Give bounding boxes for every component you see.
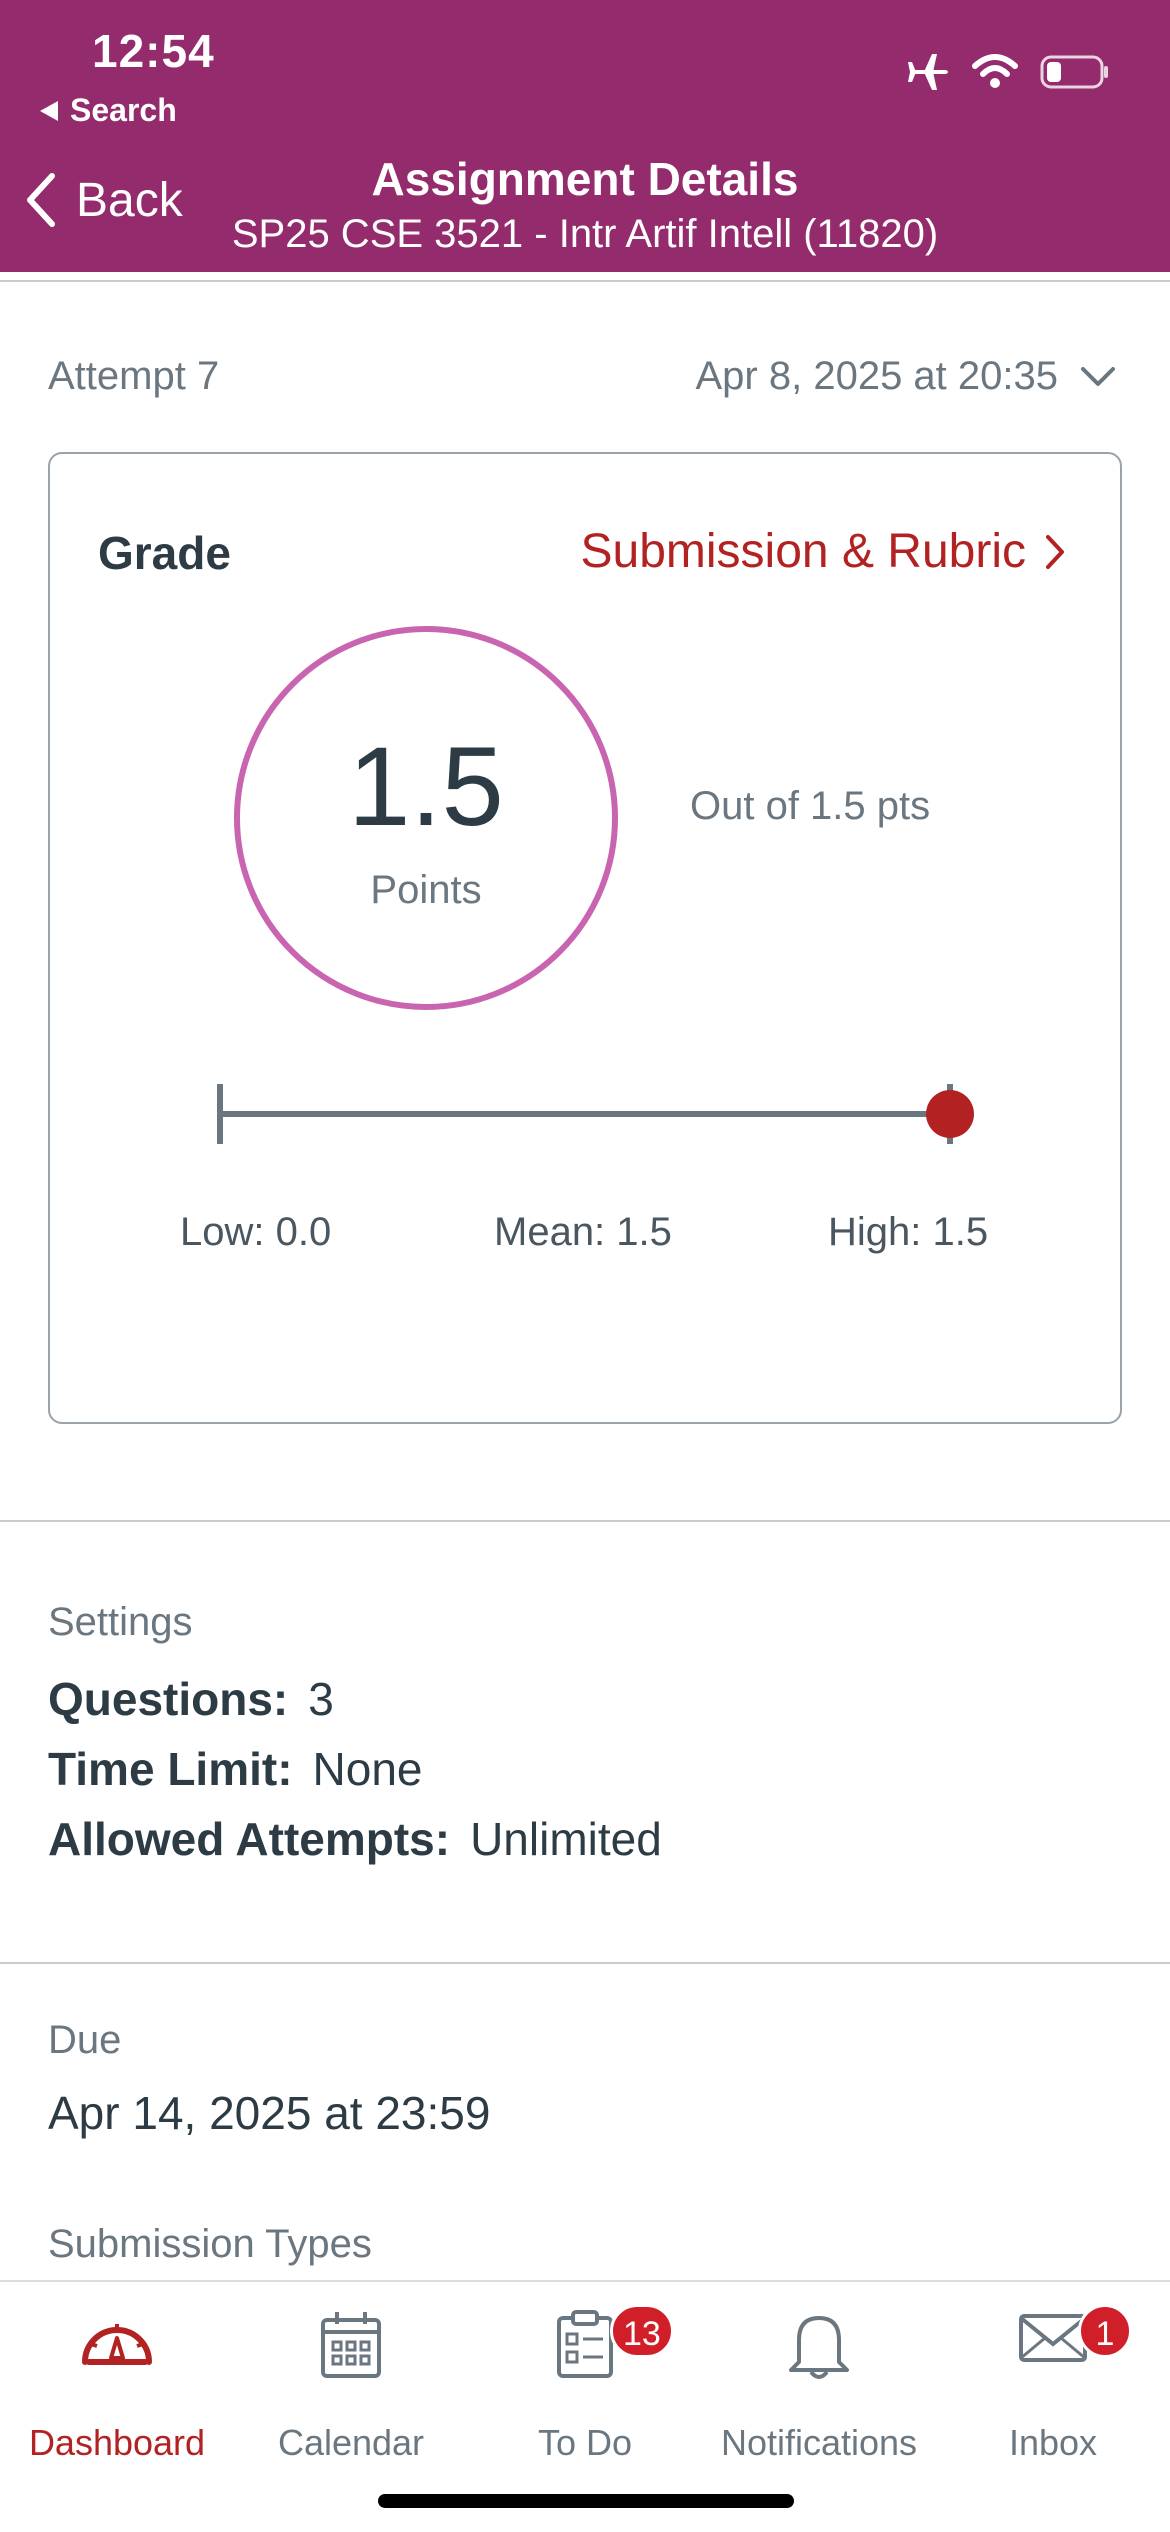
- submission-types-label: Submission Types: [48, 2222, 372, 2266]
- mean-stat: Mean: 1.5: [494, 1210, 672, 1254]
- calendar-icon: [321, 2312, 381, 2378]
- tab-inbox-label: Inbox: [1008, 2422, 1098, 2463]
- airplane-icon: [908, 54, 948, 90]
- triangle-left-icon: [40, 100, 58, 121]
- questions-key: Questions:: [48, 1673, 289, 1725]
- attempt-label: Attempt 7: [48, 354, 220, 398]
- status-time: 12:54: [92, 25, 215, 77]
- status-icons: [906, 52, 1110, 92]
- due-date: Apr 14, 2025 at 23:59: [48, 2087, 491, 2139]
- divider: [0, 280, 1170, 282]
- status-back-to-app[interactable]: Search: [38, 92, 177, 129]
- inbox-badge: 1: [1078, 2304, 1132, 2358]
- out-of-points: Out of 1.5 pts: [690, 784, 931, 828]
- chevron-down-icon: [1081, 366, 1115, 386]
- page-title: Assignment Details: [371, 153, 799, 205]
- grade-card: Grade Submission & Rubric 1.5 Points Out…: [48, 452, 1122, 1424]
- course-subtitle: SP25 CSE 3521 - Intr Artif Intell (11820…: [231, 212, 939, 256]
- tab-todo-label: To Do: [537, 2422, 633, 2463]
- wifi-icon: [972, 54, 1018, 88]
- dashboard-icon: [82, 2324, 152, 2365]
- settings-label: Settings: [48, 1600, 193, 1644]
- setting-allowed-attempts: Allowed Attempts: Unlimited: [48, 1812, 662, 1866]
- score-value: 1.5: [348, 724, 504, 849]
- score-unit: Points: [370, 868, 482, 912]
- battery-icon: [1040, 55, 1108, 89]
- tab-calendar-label: Calendar: [277, 2422, 425, 2463]
- grade-range-bar: [217, 1084, 974, 1144]
- setting-questions: Questions: 3: [48, 1672, 334, 1726]
- todo-badge: 13: [610, 2304, 674, 2358]
- submission-rubric-label: Submission & Rubric: [580, 525, 1027, 578]
- attempt-selector[interactable]: Apr 8, 2025 at 20:35: [696, 354, 1117, 399]
- score-circle: 1.5 Points: [234, 626, 618, 1010]
- status-back-label: Search: [70, 92, 177, 128]
- due-label: Due: [48, 2018, 122, 2062]
- chevron-right-icon: [1046, 534, 1064, 569]
- divider: [0, 1520, 1170, 1522]
- time-limit-key: Time Limit:: [48, 1743, 293, 1795]
- setting-time-limit: Time Limit: None: [48, 1742, 422, 1796]
- questions-value: 3: [308, 1673, 334, 1725]
- todo-icon: [557, 2310, 613, 2378]
- attempts-value: Unlimited: [470, 1813, 662, 1865]
- time-limit-value: None: [312, 1743, 423, 1795]
- divider: [0, 1962, 1170, 1964]
- score-marker: [926, 1090, 974, 1138]
- home-indicator: [378, 2494, 794, 2508]
- high-stat: High: 1.5: [828, 1210, 989, 1254]
- tab-dashboard-label: Dashboard: [28, 2422, 206, 2463]
- bell-icon: [789, 2316, 849, 2379]
- attempt-date: Apr 8, 2025 at 20:35: [695, 354, 1059, 398]
- app-header: 12:54 Search Back Assignment Details SP2…: [0, 0, 1170, 272]
- low-stat: Low: 0.0: [180, 1210, 332, 1254]
- submission-rubric-link[interactable]: Submission & Rubric: [581, 524, 1067, 579]
- grade-title: Grade: [98, 527, 231, 579]
- attempts-key: Allowed Attempts:: [48, 1813, 451, 1865]
- tab-notifications-label: Notifications: [720, 2422, 918, 2463]
